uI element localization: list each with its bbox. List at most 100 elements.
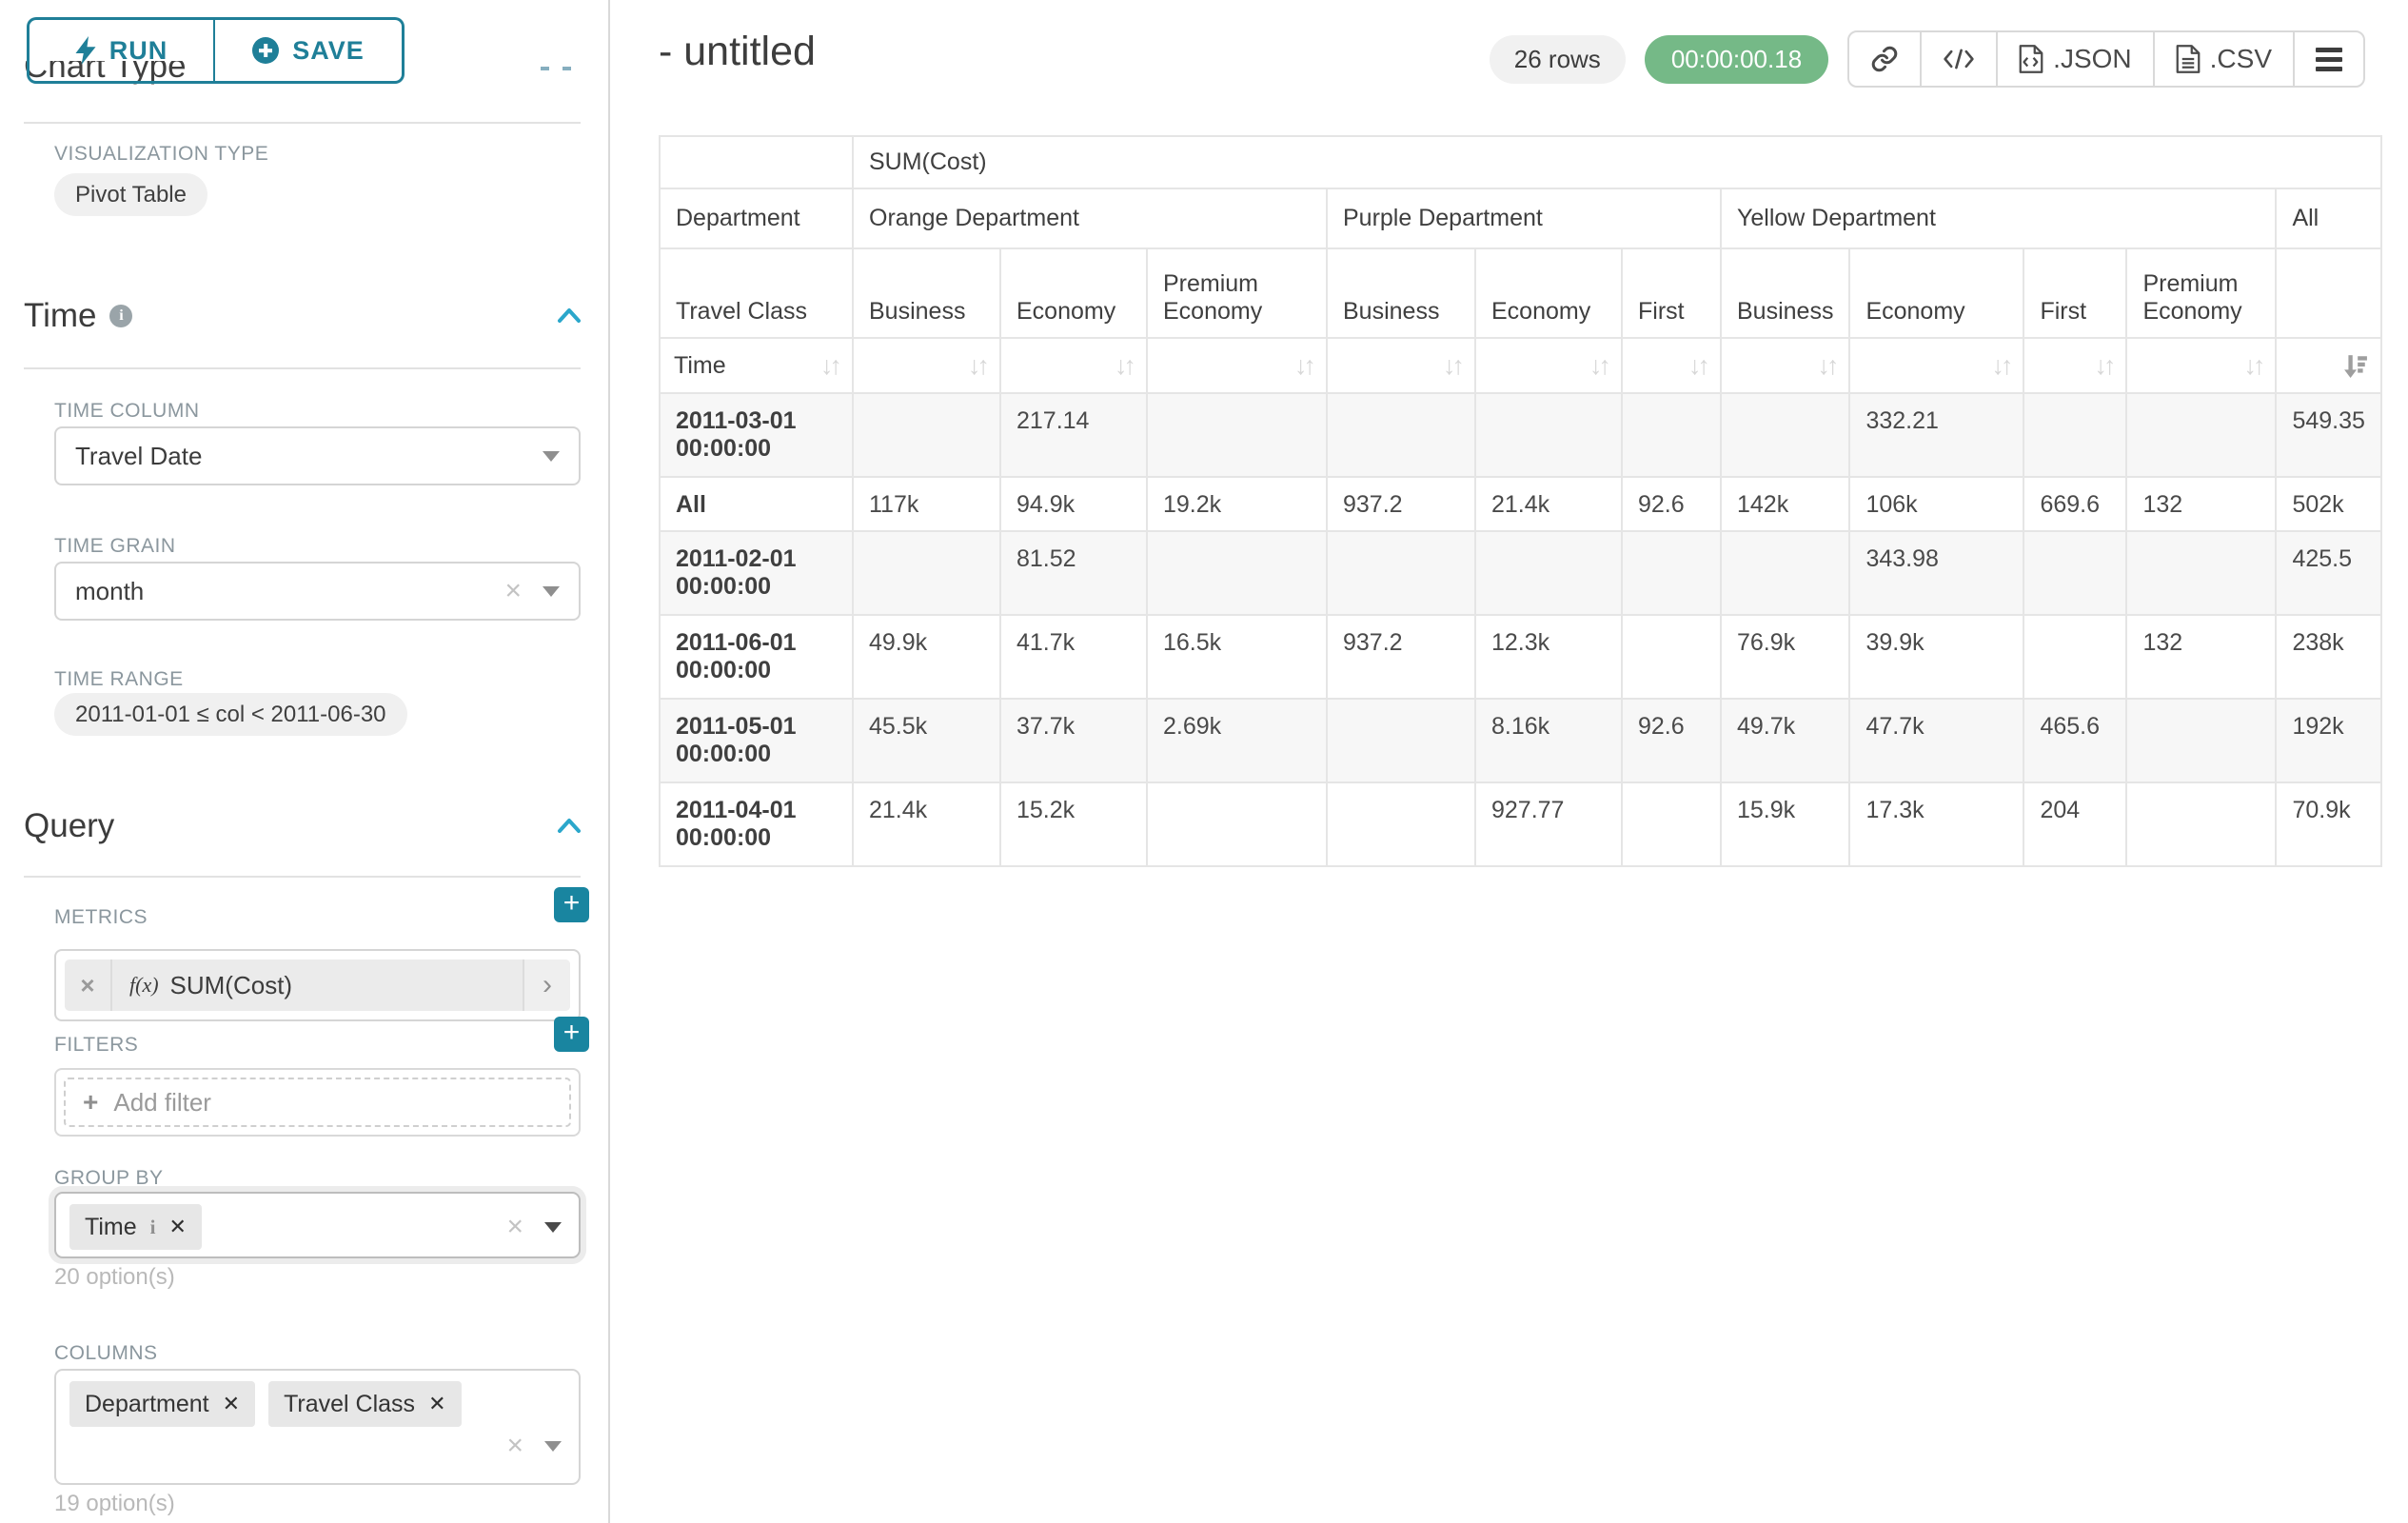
- add-filter-button[interactable]: [554, 1017, 589, 1052]
- export-csv-button[interactable]: .CSV: [2155, 32, 2295, 86]
- expand-metric-icon[interactable]: ›: [523, 959, 570, 1011]
- sort-control[interactable]: Time↓↑: [674, 345, 839, 386]
- chart-title[interactable]: - untitled: [659, 29, 816, 75]
- department-group-header: Yellow Department: [1721, 188, 2276, 248]
- pivot-cell: 238k: [2276, 615, 2380, 699]
- sort-icon: ↓↑: [1589, 351, 1608, 381]
- file-code-icon: [2019, 45, 2043, 73]
- travel-class-header: [2276, 248, 2380, 338]
- sort-control[interactable]: ↓↑: [1735, 345, 1835, 386]
- pivot-cell: [1475, 531, 1622, 615]
- add-filter-dropzone[interactable]: + Add filter: [64, 1078, 571, 1127]
- sort-control-cell[interactable]: ↓↑: [853, 338, 1000, 393]
- sort-control[interactable]: ↓↑: [1636, 345, 1707, 386]
- columns-tag-travel-class[interactable]: Travel Class ✕: [268, 1381, 461, 1427]
- pivot-cell: 106k: [1849, 477, 2023, 531]
- pivot-cell: 8.16k: [1475, 699, 1622, 782]
- sort-control-cell[interactable]: ↓↑: [1475, 338, 1622, 393]
- pivot-cell: [2023, 393, 2126, 477]
- info-icon[interactable]: i: [150, 1216, 156, 1239]
- sort-control[interactable]: ↓↑: [1864, 345, 2009, 386]
- pivot-metric-row: SUM(Cost): [660, 136, 2381, 188]
- save-button[interactable]: SAVE: [214, 17, 405, 84]
- time-column-value: Travel Date: [75, 442, 202, 471]
- sort-icon: ↓↑: [1817, 351, 1835, 381]
- sort-control-cell[interactable]: ↓↑: [1000, 338, 1147, 393]
- pivot-cell: 49.7k: [1721, 699, 1849, 782]
- add-metric-button[interactable]: [554, 887, 589, 922]
- export-json-button[interactable]: .JSON: [1998, 32, 2154, 86]
- collapse-time-section-icon[interactable]: [557, 307, 582, 324]
- pivot-cell: [1327, 531, 1475, 615]
- sort-icon: ↓↑: [2094, 351, 2112, 381]
- row-count-badge: 26 rows: [1490, 35, 1626, 84]
- time-range-pill[interactable]: 2011-01-01 ≤ col < 2011-06-30: [54, 693, 407, 736]
- collapse-query-section-icon[interactable]: [557, 817, 582, 834]
- travel-class-header: Business: [1327, 248, 1475, 338]
- pivot-cell: 17.3k: [1849, 782, 2023, 866]
- sort-icon: ↓↑: [2243, 351, 2261, 381]
- time-column-label: TIME COLUMN: [54, 400, 200, 423]
- clear-icon[interactable]: ×: [506, 1432, 523, 1460]
- view-query-button[interactable]: [1922, 32, 1998, 86]
- pivot-cell: 49.9k: [853, 615, 1000, 699]
- time-dimension-label[interactable]: Time↓↑: [660, 338, 853, 393]
- sort-control[interactable]: ↓↑: [1490, 345, 1608, 386]
- sort-icon: ↓↑: [1294, 351, 1313, 381]
- sort-control-cell[interactable]: ↓↑: [1622, 338, 1721, 393]
- chevron-down-icon: [543, 451, 560, 462]
- chevron-down-icon: [543, 586, 560, 597]
- pivot-cell: [1721, 531, 1849, 615]
- pivot-cell: 937.2: [1327, 477, 1475, 531]
- sort-control[interactable]: ↓↑: [2141, 345, 2261, 386]
- metrics-label: METRICS: [54, 906, 148, 929]
- run-save-button-bar: RUN SAVE: [27, 17, 405, 84]
- group-by-select[interactable]: Time i ✕ ×: [54, 1192, 581, 1258]
- sort-control[interactable]: [2290, 345, 2366, 386]
- columns-select[interactable]: Department ✕ Travel Class ✕ ×: [54, 1369, 581, 1485]
- sort-control[interactable]: ↓↑: [867, 345, 986, 386]
- sort-control-cell[interactable]: ↓↑: [2023, 338, 2126, 393]
- visualization-type-pill[interactable]: Pivot Table: [54, 173, 207, 216]
- remove-tag-icon[interactable]: ✕: [428, 1392, 445, 1416]
- clear-icon[interactable]: ×: [504, 577, 522, 605]
- export-json-label: .JSON: [2053, 44, 2131, 74]
- travel-class-header: Economy: [1849, 248, 2023, 338]
- sort-control-cell[interactable]: ↓↑: [1327, 338, 1475, 393]
- info-icon[interactable]: i: [109, 305, 132, 327]
- metric-pill[interactable]: × f(x) SUM(Cost) ›: [65, 959, 570, 1011]
- sort-control[interactable]: ↓↑: [1341, 345, 1461, 386]
- query-section-title: Query: [24, 807, 114, 845]
- time-grain-select[interactable]: month ×: [54, 562, 581, 621]
- sort-control-cell[interactable]: ↓↑: [2126, 338, 2276, 393]
- short-link-button[interactable]: [1849, 32, 1922, 86]
- filters-label: FILTERS: [54, 1034, 138, 1057]
- row-header: All: [660, 477, 853, 531]
- chart-panel: - untitled 26 rows 00:00:00.18: [612, 0, 2408, 1523]
- sort-control-cell[interactable]: [2276, 338, 2380, 393]
- columns-options-hint: 19 option(s): [54, 1491, 175, 1517]
- department-group-header: All: [2276, 188, 2380, 248]
- pivot-cell: 132: [2126, 477, 2276, 531]
- sort-control-cell[interactable]: ↓↑: [1721, 338, 1849, 393]
- chart-menu-button[interactable]: [2295, 32, 2363, 86]
- sort-control-cell[interactable]: ↓↑: [1849, 338, 2023, 393]
- sort-control[interactable]: ↓↑: [1015, 345, 1133, 386]
- remove-metric-icon[interactable]: ×: [65, 959, 112, 1011]
- remove-tag-icon[interactable]: ✕: [223, 1392, 240, 1416]
- sort-control[interactable]: ↓↑: [1161, 345, 1313, 386]
- clipped-panel-icons: [541, 67, 571, 70]
- sort-control-cell[interactable]: ↓↑: [1147, 338, 1327, 393]
- clear-icon[interactable]: ×: [506, 1213, 523, 1241]
- sort-control[interactable]: ↓↑: [2038, 345, 2112, 386]
- group-by-tag-time[interactable]: Time i ✕: [69, 1204, 202, 1250]
- department-group-header: Purple Department: [1327, 188, 1721, 248]
- remove-tag-icon[interactable]: ✕: [168, 1215, 186, 1239]
- pivot-cell: [1327, 699, 1475, 782]
- query-section-heading: Query: [24, 807, 114, 845]
- travel-class-header: Business: [853, 248, 1000, 338]
- table-row: 2011-06-01 00:00:0049.9k41.7k16.5k937.21…: [660, 615, 2381, 699]
- columns-tag-department[interactable]: Department ✕: [69, 1381, 255, 1427]
- run-button[interactable]: RUN: [27, 17, 214, 84]
- time-column-select[interactable]: Travel Date: [54, 426, 581, 485]
